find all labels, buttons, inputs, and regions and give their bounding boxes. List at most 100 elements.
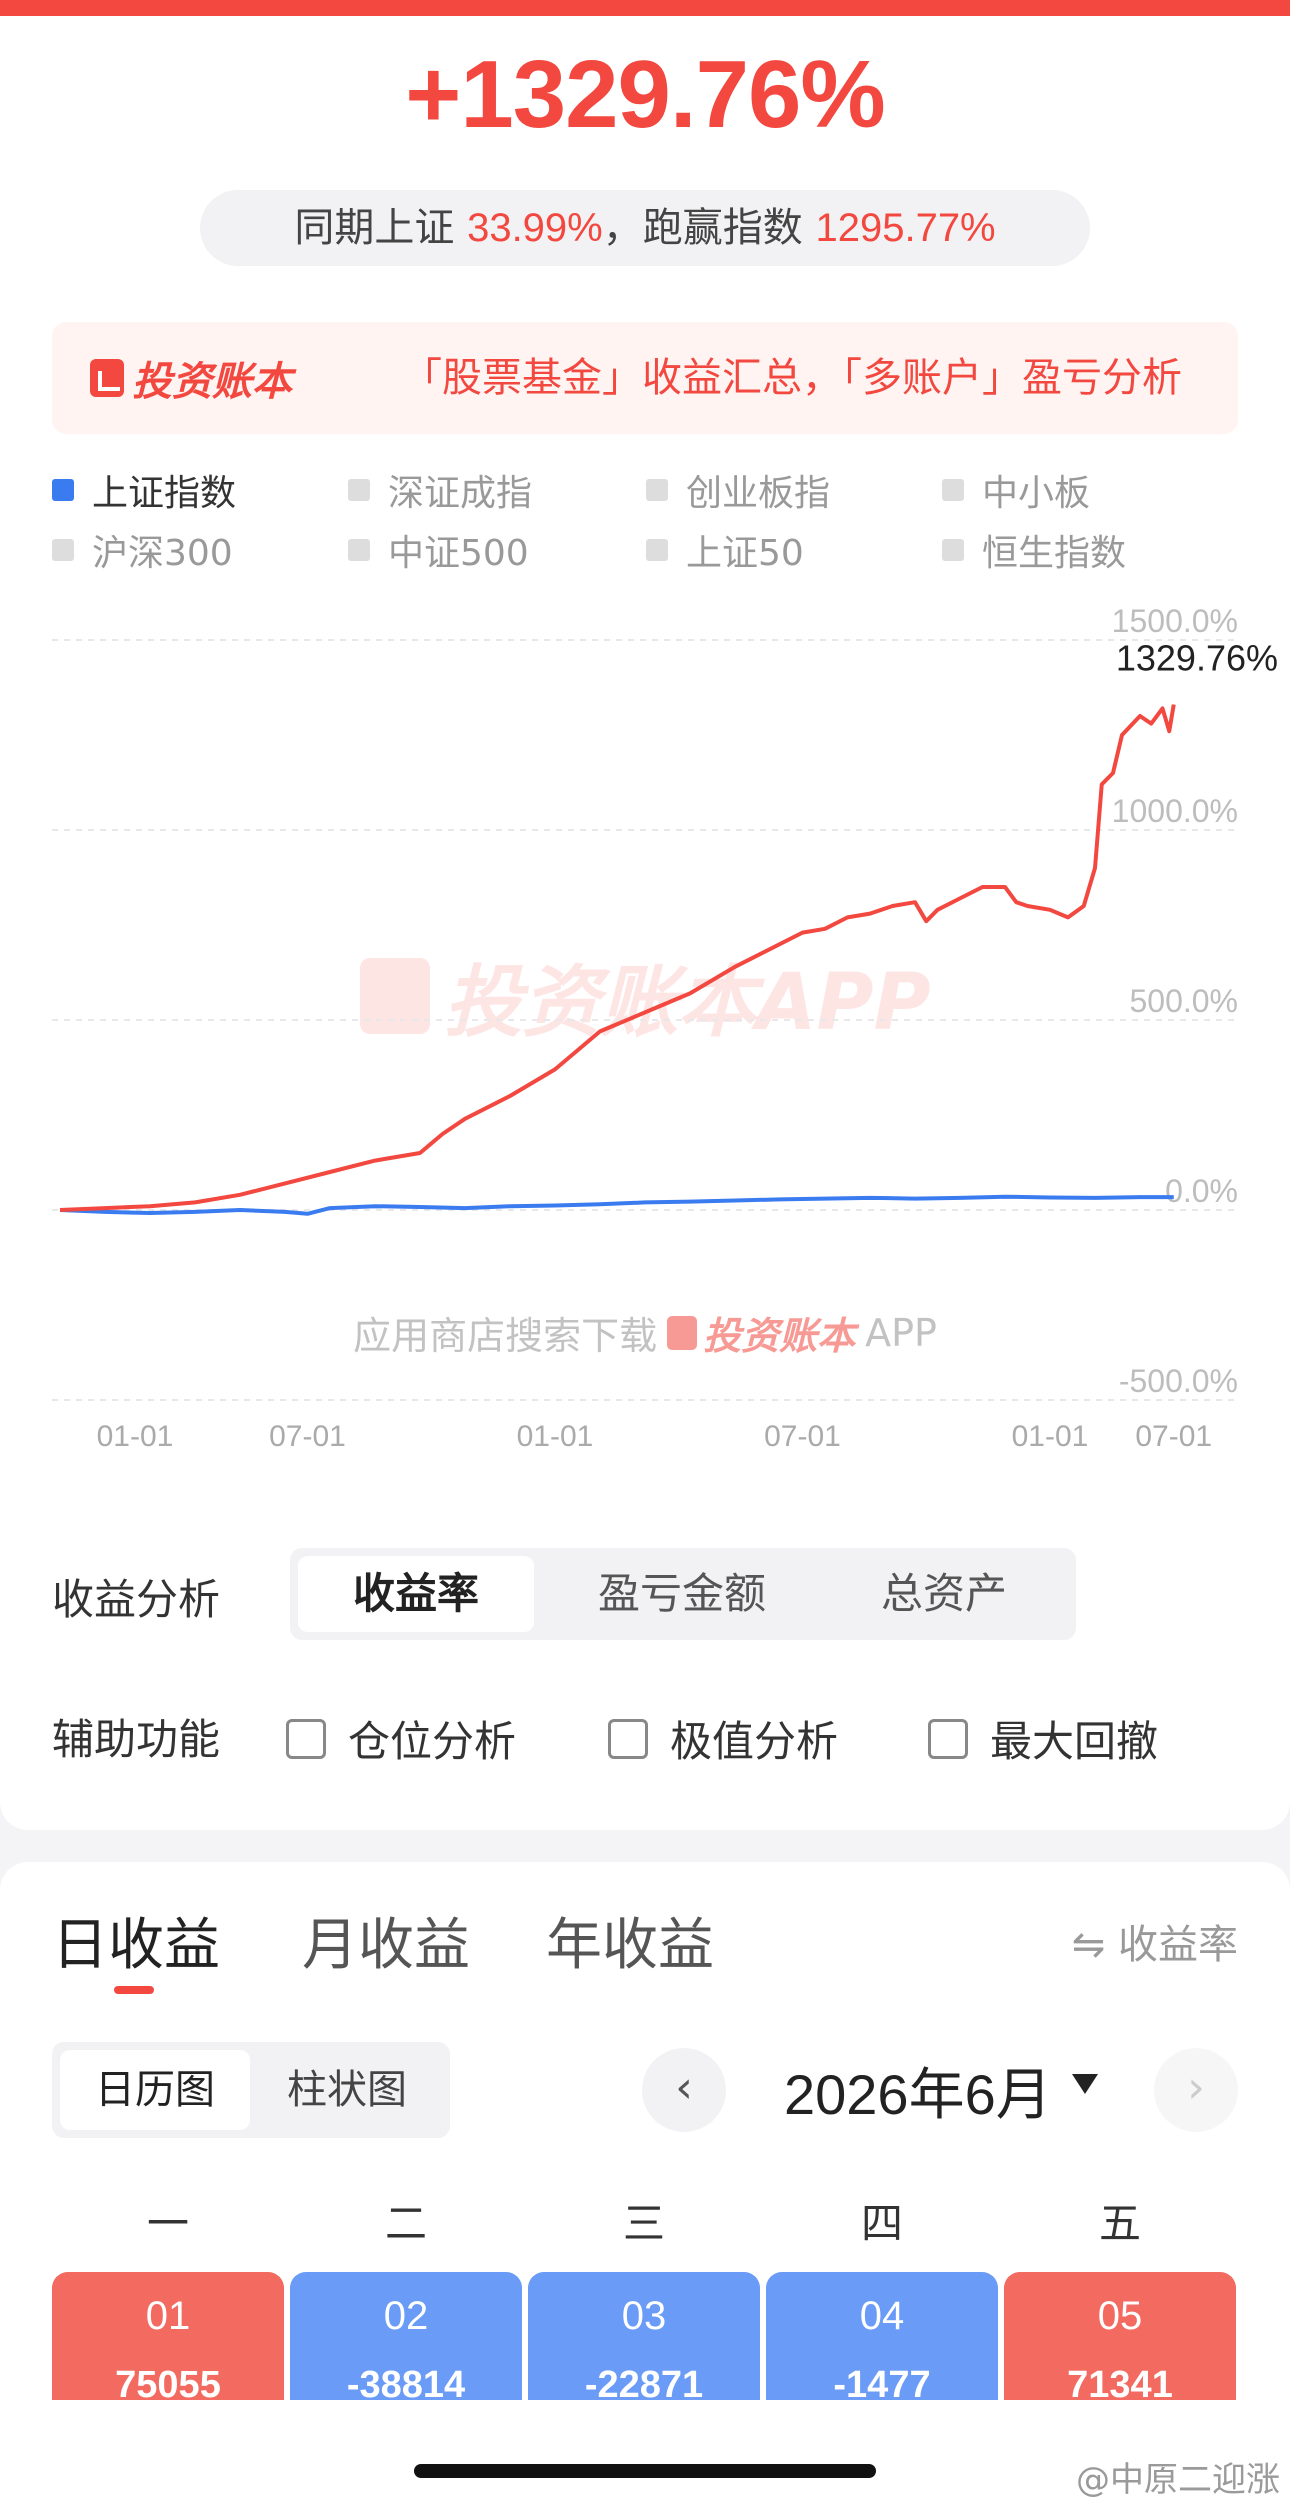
metric-switch[interactable]: ⇋ 收益率 [1072, 1912, 1238, 1970]
legend-swatch [942, 539, 964, 561]
y-tick-label: -500.0% [1119, 1363, 1238, 1399]
analysis-option-pnl-amount[interactable]: 盈亏金额 [552, 1556, 812, 1632]
app-logo: 投资账本 [90, 352, 292, 405]
analysis-selector: 收益率 盈亏金额 总资产 [290, 1548, 1076, 1640]
series-line-portfolio [59, 704, 1176, 1212]
home-indicator[interactable] [414, 2464, 876, 2478]
day-number: 05 [1097, 2294, 1143, 2338]
y-tick-label: 1500.0% [1112, 603, 1238, 639]
legend-label: 中证500 [388, 533, 529, 574]
weekday-wed: 三 [622, 2199, 665, 2248]
calendar-day[interactable]: 04 -1477 [766, 2272, 998, 2412]
analysis-option-return-rate[interactable]: 收益率 [298, 1556, 534, 1632]
download-app-logo: 投资账本 [667, 1305, 855, 1360]
aux-extreme-analysis[interactable]: 极值分析 [608, 1708, 838, 1769]
day-number: 01 [145, 2294, 191, 2338]
legend-swatch [52, 539, 74, 561]
calendar-day[interactable]: 05 71341 [1004, 2272, 1236, 2412]
index-return-value: 33.99% [467, 206, 603, 250]
calendar-day[interactable]: 01 75055 [52, 2272, 284, 2412]
x-tick-label: 01-01 [1012, 1420, 1089, 1450]
outperform-value: 1295.77% [815, 206, 996, 250]
promo-text: 「股票基金」收益汇总，「多账户」盈亏分析 [402, 355, 1182, 401]
tab-monthly-returns[interactable]: 月收益 [302, 1900, 470, 1981]
legend-item-csi500[interactable]: 中证500 [348, 524, 529, 576]
legend-swatch [52, 479, 74, 501]
checkbox[interactable] [928, 1718, 968, 1759]
download-app-suffix: APP [865, 1310, 937, 1355]
ledger-logo-icon [667, 1315, 698, 1350]
x-tick-label: 07-01 [269, 1420, 346, 1450]
weekday-thu: 四 [860, 2199, 903, 2248]
legend-swatch [942, 479, 964, 501]
calendar-day[interactable]: 02 -38814 [290, 2272, 522, 2412]
day-number: 04 [859, 2294, 905, 2338]
day-number: 03 [621, 2294, 667, 2338]
y-tick-label: 500.0% [1129, 983, 1238, 1019]
view-option-calendar[interactable]: 日历图 [60, 2050, 250, 2130]
top-accent-bar [0, 0, 1290, 16]
app-logo-text: 投资账本 [132, 359, 292, 405]
legend-label: 深证成指 [388, 473, 533, 514]
ledger-logo-icon [90, 359, 124, 397]
view-option-bar[interactable]: 柱状图 [252, 2050, 442, 2130]
tab-daily-returns[interactable]: 日收益 [52, 1900, 220, 1981]
x-tick-label: 07-01 [764, 1420, 841, 1450]
legend-label: 沪深300 [92, 533, 233, 574]
month-selector[interactable]: 2026年6月 [784, 2050, 1052, 2131]
y-tick-label: 1000.0% [1112, 793, 1238, 829]
analysis-label: 收益分析 [52, 1575, 221, 1624]
next-month-button[interactable]: › [1154, 2048, 1238, 2132]
legend-swatch [646, 479, 668, 501]
x-tick-label: 07-01 [1135, 1420, 1212, 1450]
source-credit: @中原二迎涨 [1076, 2460, 1280, 2500]
legend-swatch [646, 539, 668, 561]
aux-max-drawdown[interactable]: 最大回撤 [928, 1708, 1158, 1769]
checkbox[interactable] [608, 1718, 648, 1759]
caret-down-icon[interactable] [1072, 2074, 1098, 2094]
legend-swatch [348, 479, 370, 501]
end-value-label: 1329.76% [1116, 638, 1278, 679]
active-tab-indicator [114, 1986, 154, 1994]
view-selector: 日历图 柱状图 [52, 2042, 450, 2138]
x-tick-label: 01-01 [517, 1420, 594, 1450]
aux-option-label: 仓位分析 [348, 1717, 517, 1766]
total-return: +1329.76% [405, 41, 885, 148]
legend-item-shenzhen[interactable]: 深证成指 [348, 464, 532, 516]
legend-label: 上证50 [686, 533, 804, 574]
analysis-option-total-assets[interactable]: 总资产 [820, 1556, 1068, 1632]
download-note-text: 应用商店搜索下载 [353, 1314, 658, 1358]
prev-month-button[interactable]: ‹ [642, 2048, 726, 2132]
download-note: 应用商店搜索下载 投资账本 APP [0, 1305, 1290, 1360]
legend-item-sse50[interactable]: 上证50 [646, 524, 804, 576]
calendar-day[interactable]: 03 -22871 [528, 2272, 760, 2412]
legend-item-chinext[interactable]: 创业板指 [646, 464, 830, 516]
aux-label: 辅助功能 [52, 1715, 221, 1764]
legend-item-shanghai[interactable]: 上证指数 [52, 464, 236, 516]
checkbox[interactable] [286, 1718, 326, 1759]
legend-item-hangseng[interactable]: 恒生指数 [942, 524, 1126, 576]
y-tick-label: 0.0% [1165, 1173, 1238, 1209]
promo-banner[interactable]: 投资账本 「股票基金」收益汇总，「多账户」盈亏分析 [52, 322, 1238, 434]
compare-prefix: 同期上证 [294, 205, 468, 251]
legend-label: 恒生指数 [982, 533, 1127, 574]
tab-yearly-returns[interactable]: 年收益 [546, 1900, 714, 1981]
weekday-mon: 一 [146, 2199, 189, 2248]
day-number: 02 [383, 2294, 429, 2338]
weekday-tue: 二 [384, 2199, 427, 2248]
legend-label: 创业板指 [686, 473, 831, 514]
aux-position-analysis[interactable]: 仓位分析 [286, 1708, 516, 1769]
legend-item-csi300[interactable]: 沪深300 [52, 524, 233, 576]
weekday-fri: 五 [1098, 2199, 1141, 2248]
compare-mid: ，跑赢指数 [602, 205, 816, 251]
aux-option-label: 最大回撤 [990, 1717, 1159, 1766]
index-comparison-pill: 同期上证 33.99%，跑赢指数 1295.77% [200, 190, 1090, 266]
legend-swatch [348, 539, 370, 561]
aux-option-label: 极值分析 [670, 1717, 839, 1766]
legend-label: 上证指数 [92, 473, 237, 514]
legend-label: 中小板 [982, 473, 1091, 514]
series-line-index [59, 1194, 1174, 1216]
legend-item-sme[interactable]: 中小板 [942, 464, 1090, 516]
download-app-name: 投资账本 [703, 1314, 856, 1358]
x-tick-label: 01-01 [97, 1420, 174, 1450]
